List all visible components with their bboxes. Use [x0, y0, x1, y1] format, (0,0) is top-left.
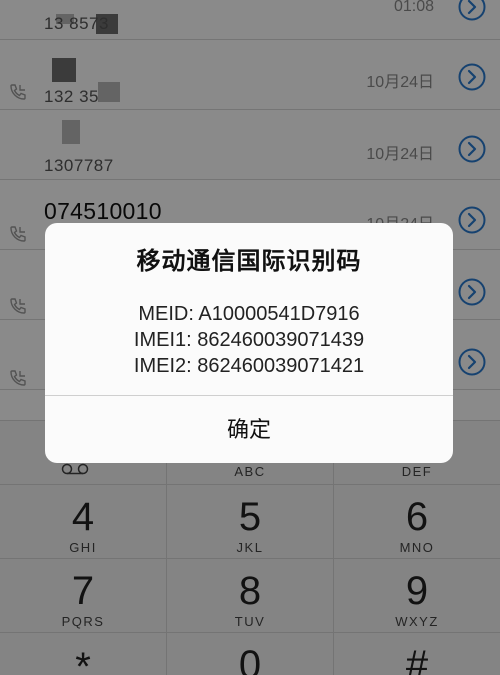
meid-text: MEID: A10000541D7916	[138, 303, 360, 325]
confirm-button[interactable]: 确定	[45, 396, 453, 463]
imei1-text: IMEI1: 862460039071439	[133, 329, 365, 351]
dialog-title: 移动通信国际识别码	[136, 248, 362, 275]
imei2-text: IMEI2: 862460039071421	[133, 355, 365, 377]
imei-dialog: 移动通信国际识别码 MEID: A10000541D7916 IMEI1: 86…	[45, 223, 453, 463]
